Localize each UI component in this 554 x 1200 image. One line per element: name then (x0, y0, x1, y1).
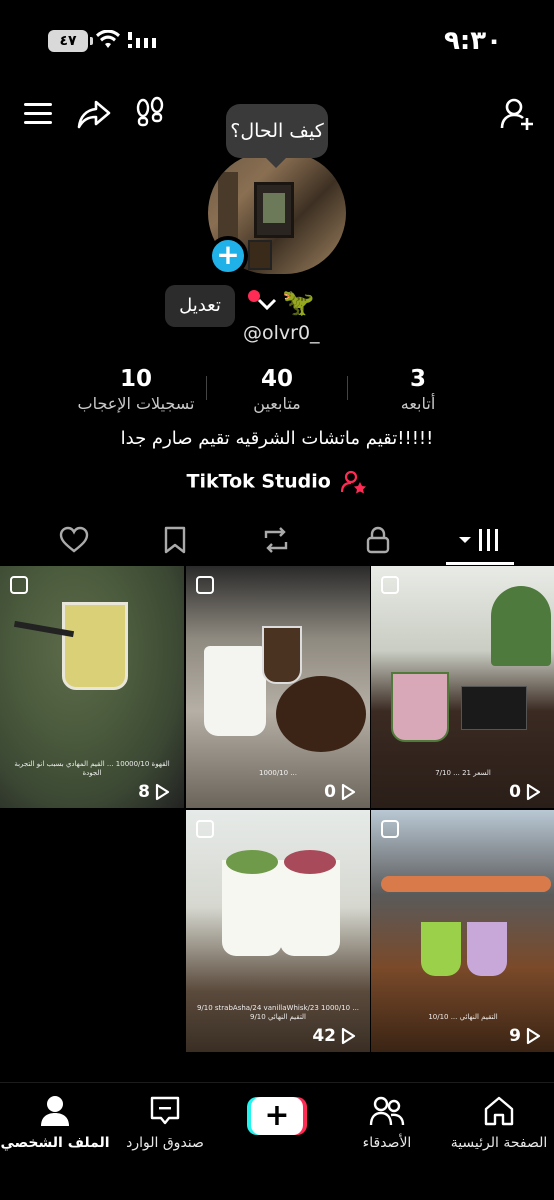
lock-icon (366, 526, 390, 554)
video-caption: القهوة 10000/10 ... القيم المهادي بسبب ا… (14, 760, 170, 777)
studio-label: TikTok Studio (186, 470, 331, 493)
signal-icon (128, 32, 156, 48)
nav-profile-label: الملف الشخصي (0, 1135, 110, 1151)
tab-private[interactable] (348, 518, 408, 562)
play-icon (526, 783, 541, 801)
chevron-down-icon (257, 298, 277, 311)
bookmark-icon (164, 526, 186, 554)
tiktok-studio-link[interactable]: TikTok Studio (0, 470, 554, 494)
video-thumbnail[interactable]: 9/10 strabAsha/24 vanillaWhisk/23 1000/1… (186, 810, 370, 1052)
tab-liked[interactable] (44, 518, 104, 562)
edit-profile-button[interactable]: تعديل (165, 285, 235, 327)
add-avatar-button[interactable]: + (208, 236, 248, 276)
add-friend-icon[interactable] (500, 96, 536, 132)
video-caption: 10/10 ... التقيم النهائي (428, 1013, 498, 1021)
share-icon[interactable] (76, 96, 112, 132)
active-tab-indicator (446, 562, 514, 565)
play-icon (341, 1027, 356, 1045)
friends-icon (369, 1096, 405, 1126)
home-icon (484, 1096, 514, 1126)
divider (206, 376, 207, 400)
pin-icon (196, 576, 214, 594)
stat-likes[interactable]: 10 تسجيلات الإعجاب (76, 366, 196, 413)
video-caption: 1000/10 ... (259, 769, 297, 777)
view-count: 0 (324, 782, 356, 802)
status-time: ٩:٣٠ (443, 26, 502, 56)
studio-icon (341, 470, 367, 494)
divider (347, 376, 348, 400)
status-bubble[interactable]: كيف الحال؟ (226, 104, 328, 168)
view-count: 42 (312, 1026, 356, 1046)
status-bar: ٤٧ ٩:٣٠ (0, 0, 554, 84)
dinosaur-emoji-icon: 🦖 (282, 288, 315, 318)
likes-label: تسجيلات الإعجاب (77, 394, 195, 413)
battery-icon: ٤٧ (48, 30, 93, 52)
inbox-icon (150, 1096, 180, 1125)
nav-inbox[interactable]: صندوق الوارد (110, 1093, 220, 1151)
video-caption: 7/10 ... السعر 21 (435, 769, 491, 777)
footprint-icon[interactable] (132, 96, 168, 132)
tab-reposts[interactable] (246, 518, 306, 562)
videos-grid-icon (459, 529, 498, 551)
video-caption: 9/10 strabAsha/24 vanillaWhisk/23 1000/1… (196, 1004, 360, 1021)
view-count: 9 (509, 1026, 541, 1046)
video-thumbnail[interactable]: 7/10 ... السعر 21 0 (371, 566, 554, 808)
view-count: 8 (138, 782, 170, 802)
nav-home[interactable]: الصفحة الرئيسية (444, 1093, 554, 1151)
play-icon (341, 783, 356, 801)
play-icon (155, 783, 170, 801)
profile-tabs (0, 518, 554, 566)
nav-inbox-label: صندوق الوارد (126, 1135, 204, 1151)
video-thumbnail[interactable]: القهوة 10000/10 ... القيم المهادي بسبب ا… (0, 566, 184, 808)
pin-icon (381, 820, 399, 838)
stat-followers[interactable]: 40 متابعين (236, 366, 318, 413)
stat-following[interactable]: 3 أتابعه (392, 366, 444, 413)
pin-icon (381, 576, 399, 594)
video-thumbnail[interactable]: 10/10 ... التقيم النهائي 9 (371, 810, 554, 1052)
pin-icon (196, 820, 214, 838)
nav-friends[interactable]: الأصدقاء (332, 1093, 442, 1151)
profile-icon (41, 1096, 69, 1126)
video-thumbnail[interactable]: 1000/10 ... 0 (186, 566, 370, 808)
wifi-icon (96, 30, 120, 48)
tab-saved[interactable] (145, 518, 205, 562)
followers-label: متابعين (253, 394, 301, 413)
menu-icon[interactable] (22, 96, 58, 132)
following-label: أتابعه (400, 394, 436, 413)
nav-friends-label: الأصدقاء (362, 1135, 412, 1151)
tab-videos[interactable] (450, 518, 510, 562)
bottom-nav: الملف الشخصي صندوق الوارد + الأصدقاء الص… (0, 1082, 554, 1200)
play-icon (526, 1027, 541, 1045)
pin-icon (10, 576, 28, 594)
bio: تقيم ماتشات الشرقيه تقيم صارم جدا!!!!! (120, 428, 434, 449)
create-plus: + (251, 1097, 303, 1135)
username: @olvr0_ (243, 322, 320, 344)
repost-icon (264, 527, 288, 553)
likes-count: 10 (119, 366, 152, 392)
following-count: 3 (409, 366, 426, 392)
view-count: 0 (509, 782, 541, 802)
nav-profile[interactable]: الملف الشخصي (0, 1093, 110, 1151)
nav-home-label: الصفحة الرئيسية (450, 1135, 548, 1151)
followers-count: 40 (260, 366, 293, 392)
heart-icon (59, 526, 89, 553)
create-button[interactable]: + (247, 1097, 307, 1135)
